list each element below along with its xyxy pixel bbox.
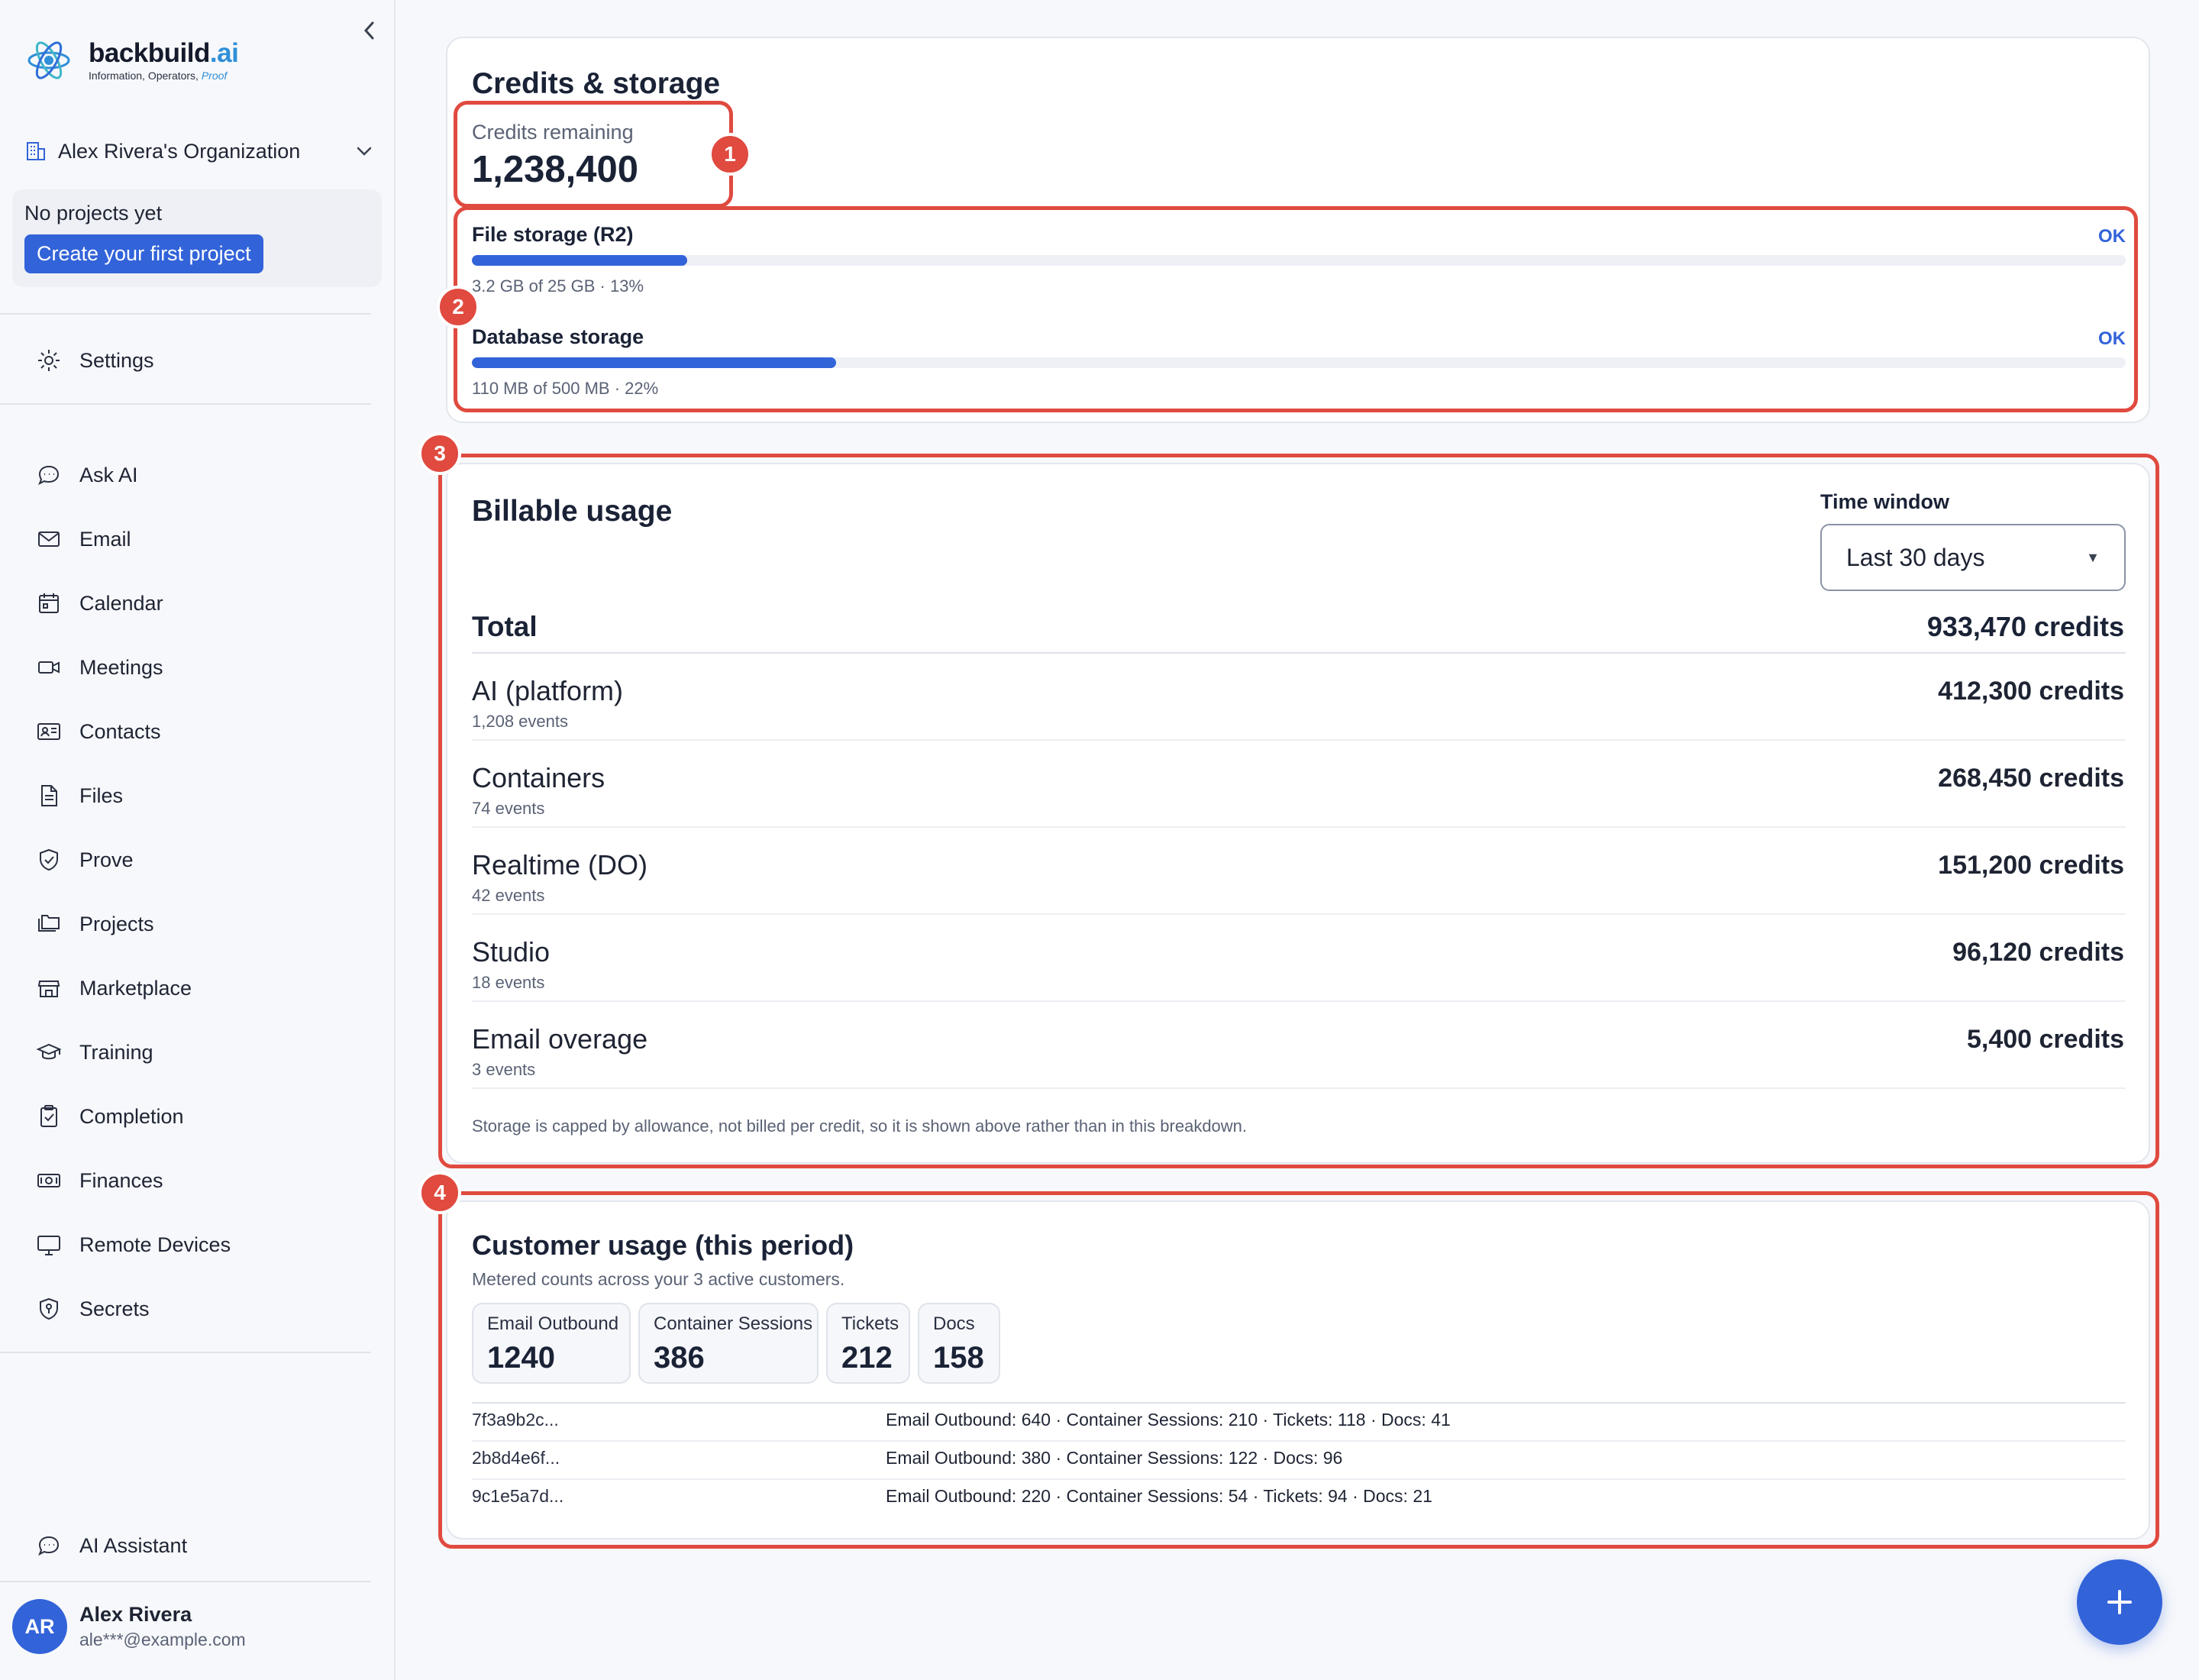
sidebar-item-ai-assistant[interactable]: AI Assistant: [34, 1527, 187, 1564]
sidebar-item-label: Completion: [79, 1104, 184, 1128]
sidebar-item-label: Prove: [79, 848, 134, 871]
sidebar-item-meetings[interactable]: Meetings: [34, 649, 163, 686]
sidebar-item-ask-ai[interactable]: Ask AI: [34, 457, 138, 493]
sidebar-divider: [0, 403, 371, 405]
sidebar-item-label: Contacts: [79, 719, 161, 743]
org-name: Alex Rivera's Organization: [58, 139, 301, 163]
sidebar-item-remote-devices[interactable]: Remote Devices: [34, 1226, 231, 1263]
annotation-badge-3: 3: [418, 432, 461, 475]
sidebar-item-calendar[interactable]: Calendar: [34, 585, 163, 622]
highlight-box-3: [438, 454, 2159, 1168]
user-profile[interactable]: AR Alex Rivera ale***@example.com: [12, 1599, 246, 1654]
chevron-left-icon: [363, 21, 374, 40]
chevron-down-icon: [357, 147, 372, 156]
mail-icon: [38, 531, 60, 547]
sidebar-item-secrets[interactable]: Secrets: [34, 1291, 150, 1327]
sidebar-divider: [0, 313, 371, 315]
atom-logo-icon: [27, 41, 70, 79]
sidebar-item-label: Meetings: [79, 655, 163, 679]
chat-icon: [38, 1536, 60, 1556]
user-name: Alex Rivera: [79, 1603, 192, 1626]
sidebar: backbuild.ai Information, Operators, Pro…: [0, 0, 396, 1680]
sidebar-item-training[interactable]: Training: [34, 1034, 153, 1071]
sidebar-item-marketplace[interactable]: Marketplace: [34, 970, 192, 1006]
sidebar-item-finances[interactable]: Finances: [34, 1162, 163, 1199]
sidebar-item-completion[interactable]: Completion: [34, 1098, 184, 1135]
monitor-icon: [37, 1236, 60, 1255]
sidebar-item-label: Projects: [79, 912, 154, 935]
sidebar-item-contacts[interactable]: Contacts: [34, 713, 161, 750]
shield-key-icon: [40, 1297, 58, 1320]
clipboard-check-icon: [40, 1105, 57, 1127]
banknote-icon: [37, 1174, 60, 1187]
projects-panel: No projects yet Create your first projec…: [12, 189, 382, 287]
sidebar-item-files[interactable]: Files: [34, 777, 123, 814]
highlight-box-1: [454, 101, 733, 208]
sidebar-item-label: Training: [79, 1040, 153, 1064]
graduation-cap-icon: [36, 1043, 62, 1060]
add-fab-button[interactable]: [2077, 1559, 2162, 1645]
calendar-icon: [39, 593, 59, 613]
sidebar-item-label: Email: [79, 527, 131, 551]
sidebar-divider: [0, 1352, 371, 1353]
org-switcher[interactable]: Alex Rivera's Organization: [24, 134, 373, 168]
sidebar-item-label: Remote Devices: [79, 1233, 231, 1256]
store-icon: [37, 981, 60, 997]
highlight-box-2: [454, 206, 2138, 412]
video-icon: [38, 661, 60, 674]
sidebar-item-email[interactable]: Email: [34, 521, 131, 557]
sidebar-item-label: AI Assistant: [79, 1533, 188, 1557]
sidebar-item-label: Secrets: [79, 1297, 150, 1320]
sidebar-item-settings[interactable]: Settings: [34, 342, 154, 379]
gear-icon: [38, 350, 60, 371]
credits-storage-title: Credits & storage: [472, 67, 721, 100]
building-icon: [27, 142, 45, 160]
sidebar-item-label: Files: [79, 783, 124, 807]
contact-card-icon: [37, 723, 60, 740]
file-icon: [41, 785, 57, 806]
annotation-badge-2: 2: [437, 286, 480, 328]
collapse-sidebar-button[interactable]: [353, 14, 386, 47]
no-projects-text: No projects yet: [24, 202, 163, 225]
avatar: AR: [12, 1599, 67, 1654]
highlight-box-4: [438, 1191, 2159, 1549]
sidebar-item-label: Ask AI: [79, 463, 138, 486]
folders-icon: [38, 915, 60, 932]
chat-icon: [38, 465, 60, 486]
brand-logo[interactable]: backbuild.ai Information, Operators, Pro…: [26, 35, 239, 86]
sidebar-item-label: Finances: [79, 1168, 163, 1192]
user-email: ale***@example.com: [79, 1630, 246, 1649]
create-first-project-button[interactable]: Create your first project: [24, 234, 263, 273]
sidebar-divider: [0, 1581, 371, 1582]
sidebar-item-projects[interactable]: Projects: [34, 906, 154, 942]
sidebar-item-label: Marketplace: [79, 976, 192, 1000]
shield-check-icon: [40, 848, 58, 871]
brand-name: backbuild.ai: [89, 38, 239, 68]
sidebar-item-label: Settings: [79, 348, 154, 372]
sidebar-item-label: Calendar: [79, 591, 163, 615]
annotation-badge-1: 1: [709, 133, 751, 176]
brand-tagline: Information, Operators, Proof: [89, 69, 228, 82]
sidebar-item-prove[interactable]: Prove: [34, 842, 134, 878]
plus-icon: [2107, 1590, 2132, 1614]
annotation-badge-4: 4: [418, 1171, 461, 1214]
